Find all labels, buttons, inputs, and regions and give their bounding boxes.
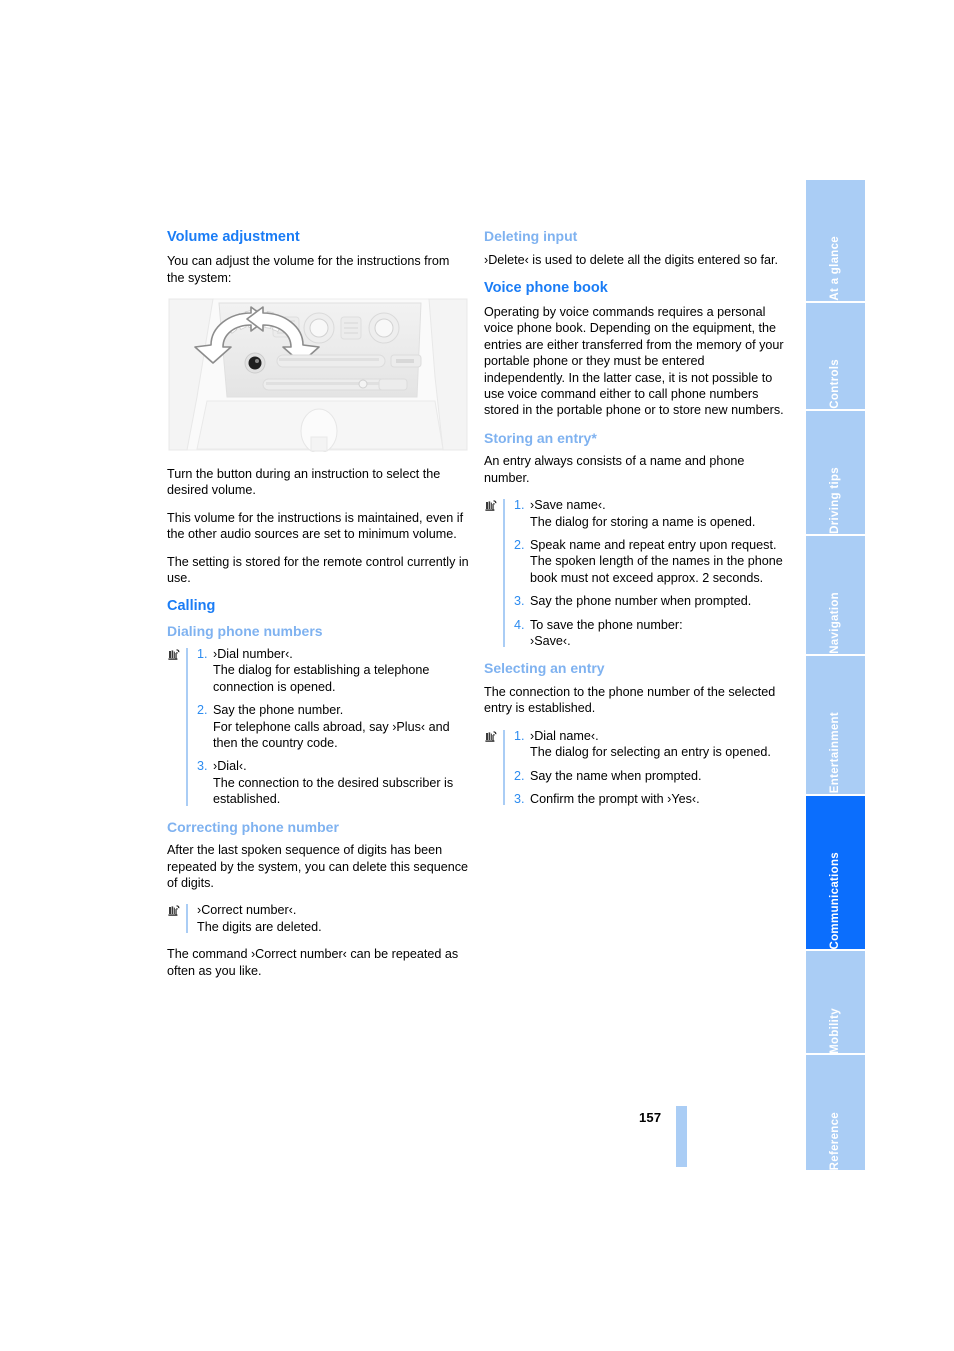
list-item: 3. Say the phone number when prompted.: [506, 593, 786, 609]
list-item-number: 1.: [197, 647, 208, 661]
list-item: 1. ›Dial name‹. The dialog for selecting a…: [506, 728, 786, 761]
sidebar-tab-communications[interactable]: Communications: [806, 795, 865, 952]
voice-command-icon: [484, 498, 500, 515]
list-item-number: 2.: [197, 703, 208, 718]
list-item-text: ›Dial‹. The connection to the desired sub…: [213, 759, 454, 807]
heading-calling: Calling: [167, 598, 216, 615]
sidebar-tab-driving-tips[interactable]: Driving tips: [806, 410, 865, 536]
correcting-intro-text: After the last spoken sequence of digits…: [167, 843, 469, 890]
list-item-text: Speak name and repeat entry upon request…: [530, 538, 783, 585]
page-accent-bar: [676, 1106, 687, 1167]
subheading-dialing-phone-numbers: Dialing phone numbers: [167, 622, 323, 639]
list-item: 2. Say the name when prompted.: [506, 768, 786, 784]
sidebar-tab-label: Navigation: [829, 592, 841, 655]
sidebar-tab-entertainment[interactable]: Entertainment: [806, 656, 865, 796]
voice-command-icon: [167, 903, 183, 920]
list-item-number: 4.: [514, 617, 525, 632]
list-item: 2. Say the phone number. For telephone cal…: [189, 702, 469, 751]
volume-intro-text: You can adjust the volume for the instru…: [167, 254, 450, 285]
volume-after-text-2: This volume for the instructions is main…: [167, 510, 464, 542]
sidebar-tab-reference[interactable]: Reference: [806, 1055, 865, 1171]
sidebar-tab-label: Communications: [829, 851, 841, 950]
list-item-text: ›Dial name‹. The dialog for selecting an …: [530, 728, 771, 760]
list-correct-number-command: ›Correct number‹. The digits are deleted.: [167, 902, 469, 935]
selecting-intro-text: The connection to the phone number of th…: [484, 684, 776, 716]
list-item-text: Say the phone number when prompted.: [530, 594, 752, 609]
list-item-text: ›Save name‹. The dialog for storing a nam…: [530, 498, 756, 529]
deleting-input-text: ›Delete‹ is used to delete all the digit…: [484, 252, 779, 267]
list-item-number: 1.: [514, 498, 525, 513]
list-item-number: 3.: [514, 791, 525, 806]
volume-after-text-1: Turn the button during an instruction to…: [167, 466, 441, 498]
list-selecting-an-entry: 1. ›Dial name‹. The dialog for selecting a…: [484, 728, 786, 808]
correcting-outro-text: The command ›Correct number‹ can be repe…: [167, 947, 459, 978]
list-item-text: Confirm the prompt with ›Yes‹.: [530, 791, 700, 806]
voice-phone-book-text: Operating by voice commands requires a p…: [484, 305, 784, 418]
list-item-number: 1.: [514, 728, 525, 743]
correct-number-command-text: ›Correct number‹. The digits are deleted.: [197, 903, 322, 934]
list-item-number: 3.: [197, 759, 208, 774]
page-number: 157: [639, 1110, 662, 1125]
section-tab-rail: At a glance Controls Driving tips Navigatio…: [806, 180, 865, 1171]
list-item-number: 2.: [514, 538, 525, 552]
list-item: 1. ›Dial number‹. The dialog for establish…: [189, 646, 469, 695]
list-item: ›Correct number‹. The digits are deleted.: [189, 902, 469, 935]
list-item-text: ›Dial number‹. The dialog for establishin…: [213, 647, 430, 694]
sidebar-tab-navigation[interactable]: Navigation: [806, 536, 865, 657]
list-item: 1. ›Save name‹. The dialog for storing a n…: [506, 497, 786, 530]
heading-volume-adjustment: Volume adjustment: [167, 229, 300, 245]
center-console-volume-knob-illustration: [167, 296, 469, 452]
right-text-column: Deleting input ›Delete‹ is used to delet…: [484, 228, 786, 818]
left-text-column: Volume adjustment You can adjust the vol…: [167, 228, 469, 979]
sidebar-tab-label: Mobility: [829, 1007, 841, 1054]
sidebar-tab-label: Entertainment: [829, 712, 841, 794]
list-item-number: 2.: [514, 768, 525, 783]
subheading-correcting-phone-number: Correcting phone number: [167, 818, 339, 835]
subheading-deleting-input: Deleting input: [484, 228, 578, 244]
sidebar-tab-label: Reference: [829, 1111, 841, 1171]
storing-intro-text: An entry always consists of a name and p…: [484, 454, 745, 485]
list-item: 2. Speak name and repeat entry upon reque…: [506, 537, 786, 586]
list-item: 4. To save the phone number: ›Save‹.: [506, 617, 786, 650]
list-item-text: Say the name when prompted.: [530, 768, 702, 783]
list-dialing-phone-numbers: 1. ›Dial number‹. The dialog for establish…: [167, 646, 469, 808]
list-item-text: Say the phone number. For telephone calls…: [213, 703, 450, 751]
voice-command-icon: [484, 728, 500, 745]
subheading-selecting-an-entry: Selecting an entry: [484, 660, 605, 677]
list-storing-an-entry: 1. ›Save name‹. The dialog for storing a n…: [484, 497, 786, 649]
volume-after-text-3: The setting is stored for the remote con…: [167, 554, 469, 585]
list-item: 3. ›Dial‹. The connection to the desired s…: [189, 758, 469, 807]
sidebar-tab-label: Controls: [829, 359, 841, 409]
heading-voice-phone-book: Voice phone book: [484, 279, 608, 296]
voice-command-icon: [167, 647, 183, 663]
list-item-number: 3.: [514, 594, 525, 609]
sidebar-tab-at-a-glance[interactable]: At a glance: [806, 180, 865, 303]
sidebar-tab-label: Driving tips: [829, 467, 841, 534]
sidebar-tab-mobility[interactable]: Mobility: [806, 951, 865, 1056]
list-item-text: To save the phone number: ›Save‹.: [530, 617, 683, 649]
subheading-storing-an-entry: Storing an entry*: [484, 429, 597, 446]
sidebar-tab-label: At a glance: [829, 236, 841, 301]
list-item: 3. Confirm the prompt with ›Yes‹.: [506, 791, 786, 807]
sidebar-tab-controls[interactable]: Controls: [806, 302, 865, 411]
